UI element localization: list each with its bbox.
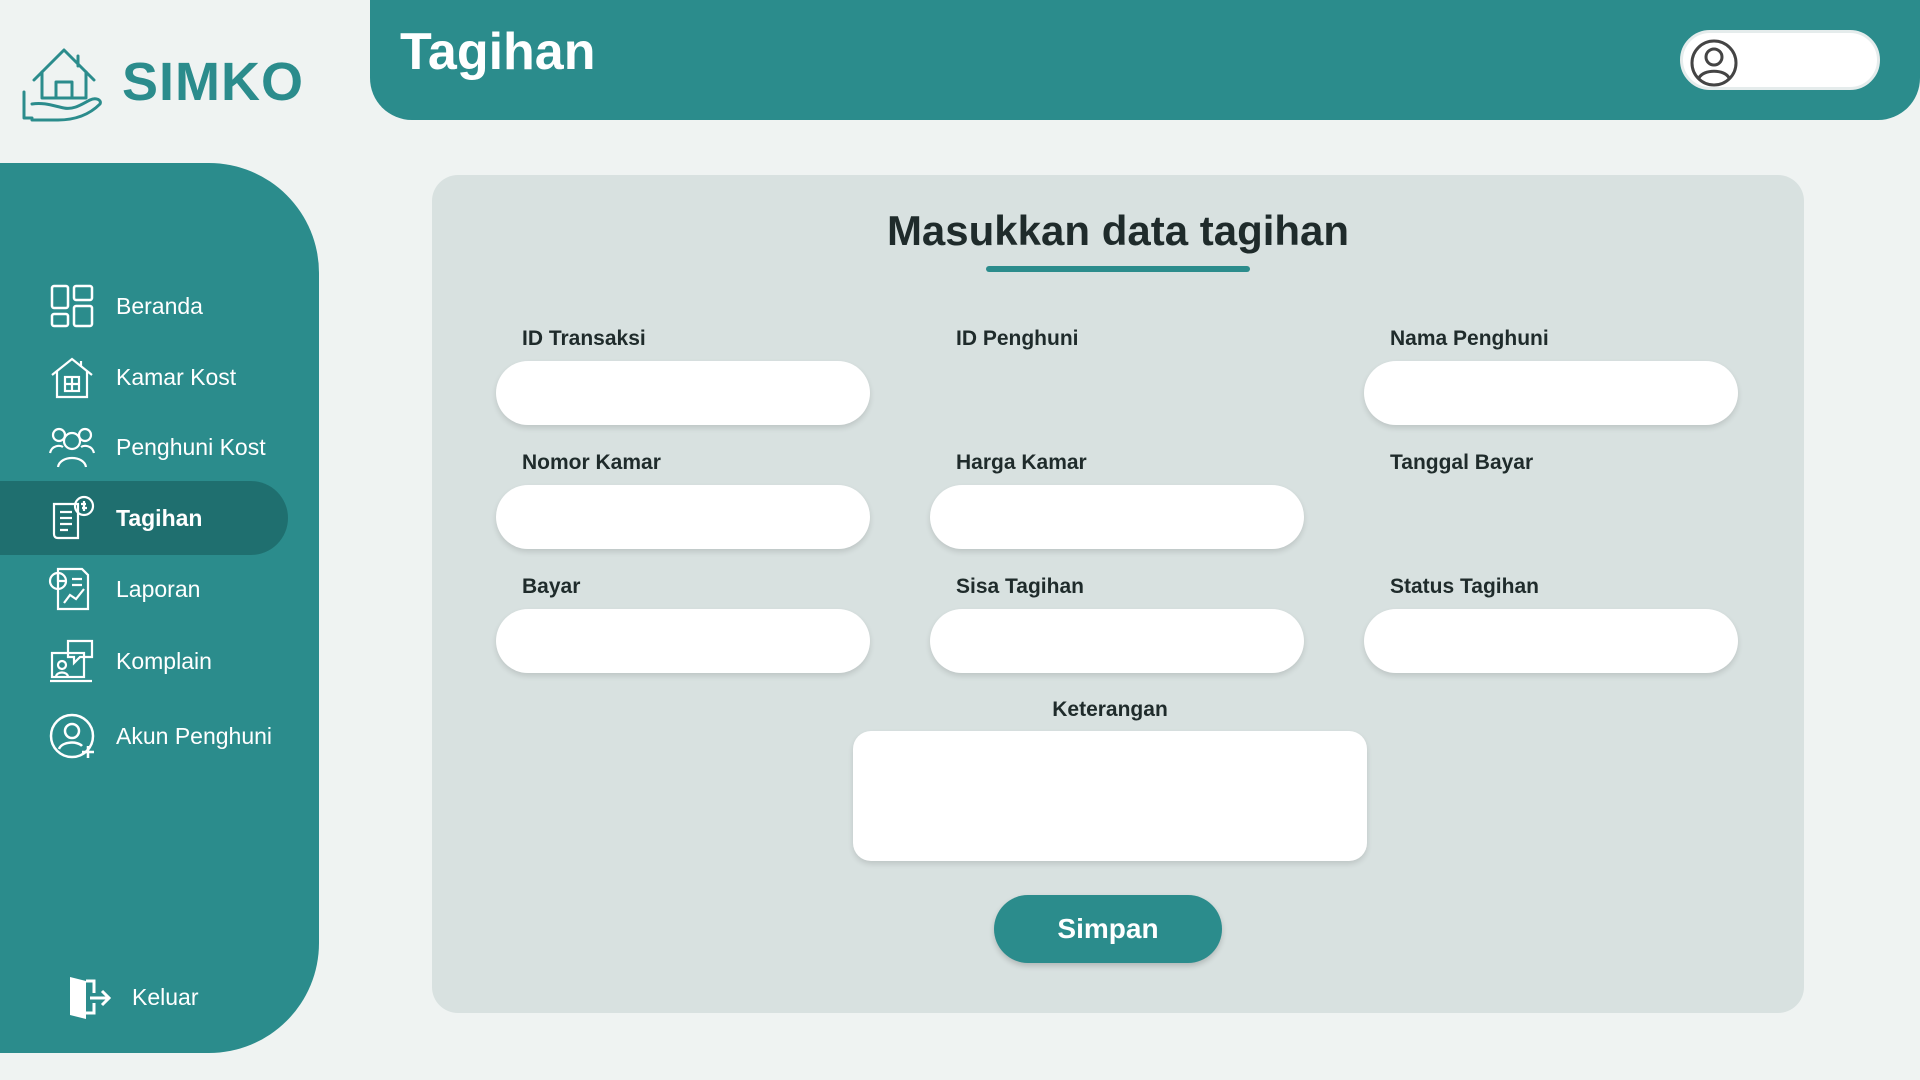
sidebar-item-beranda[interactable]: Beranda <box>0 269 288 343</box>
logout-icon <box>70 977 112 1019</box>
tanggal-bayar-label: Tanggal Bayar <box>1390 451 1534 474</box>
sidebar-item-akun-penghuni[interactable]: Akun Penghuni <box>0 699 288 773</box>
app-name: SIMKO <box>122 52 305 112</box>
sisa-tagihan-input[interactable] <box>930 609 1304 673</box>
sidebar-item-label: Laporan <box>116 575 201 602</box>
sidebar-item-label: Komplain <box>116 647 212 674</box>
invoice-icon <box>52 495 95 540</box>
user-add-icon <box>49 713 95 759</box>
form-title: Masukkan data tagihan <box>886 207 1350 254</box>
sidebar-item-label: Beranda <box>116 292 203 319</box>
id-transaksi-input[interactable] <box>496 361 870 425</box>
complaint-icon <box>50 639 94 683</box>
user-avatar-icon <box>1690 39 1738 87</box>
nama-penghuni-input[interactable] <box>1364 361 1738 425</box>
logout-button[interactable]: Keluar <box>64 960 264 1034</box>
keterangan-textarea[interactable] <box>853 731 1367 861</box>
keterangan-label: Keterangan <box>1052 698 1168 721</box>
id-penghuni-label: ID Penghuni <box>956 327 1079 350</box>
sidebar-item-komplain[interactable]: Komplain <box>0 624 288 698</box>
sidebar-item-laporan[interactable]: Laporan <box>0 552 288 626</box>
user-profile-button[interactable] <box>1680 30 1880 90</box>
sidebar-item-tagihan[interactable]: Tagihan <box>0 481 288 555</box>
app-logo: SIMKO <box>20 42 304 122</box>
sidebar-item-label: Penghuni Kost <box>116 433 266 460</box>
sidebar-item-label: Tagihan <box>116 504 203 531</box>
sidebar: Beranda Kamar Kost Penghuni Kost Tagihan… <box>0 163 319 1053</box>
bayar-input[interactable] <box>496 609 870 673</box>
save-button[interactable]: Simpan <box>994 895 1222 963</box>
users-icon <box>48 427 96 468</box>
bayar-label: Bayar <box>522 575 581 598</box>
top-header: Tagihan <box>370 0 1920 120</box>
house-icon <box>51 357 93 399</box>
nama-penghuni-label: Nama Penghuni <box>1390 327 1549 350</box>
sidebar-item-label: Akun Penghuni <box>116 722 273 749</box>
status-tagihan-input[interactable] <box>1364 609 1738 673</box>
nomor-kamar-input[interactable] <box>496 485 870 549</box>
house-hand-icon <box>22 48 102 122</box>
harga-kamar-input[interactable] <box>930 485 1304 549</box>
sidebar-item-penghuni-kost[interactable]: Penghuni Kost <box>0 410 288 484</box>
sisa-tagihan-label: Sisa Tagihan <box>956 575 1084 598</box>
nomor-kamar-label: Nomor Kamar <box>522 451 661 474</box>
dashboard-icon <box>50 284 94 328</box>
harga-kamar-label: Harga Kamar <box>956 451 1087 474</box>
logout-label: Keluar <box>132 983 199 1010</box>
page-title: Tagihan <box>400 23 596 81</box>
sidebar-item-kamar-kost[interactable]: Kamar Kost <box>0 340 288 414</box>
invoice-form-card: Masukkan data tagihan ID Transaksi ID Pe… <box>432 175 1804 1013</box>
id-transaksi-label: ID Transaksi <box>522 327 646 350</box>
sidebar-item-label: Kamar Kost <box>116 363 237 390</box>
status-tagihan-label: Status Tagihan <box>1390 575 1539 598</box>
report-icon <box>48 567 90 611</box>
title-underline <box>986 266 1250 272</box>
